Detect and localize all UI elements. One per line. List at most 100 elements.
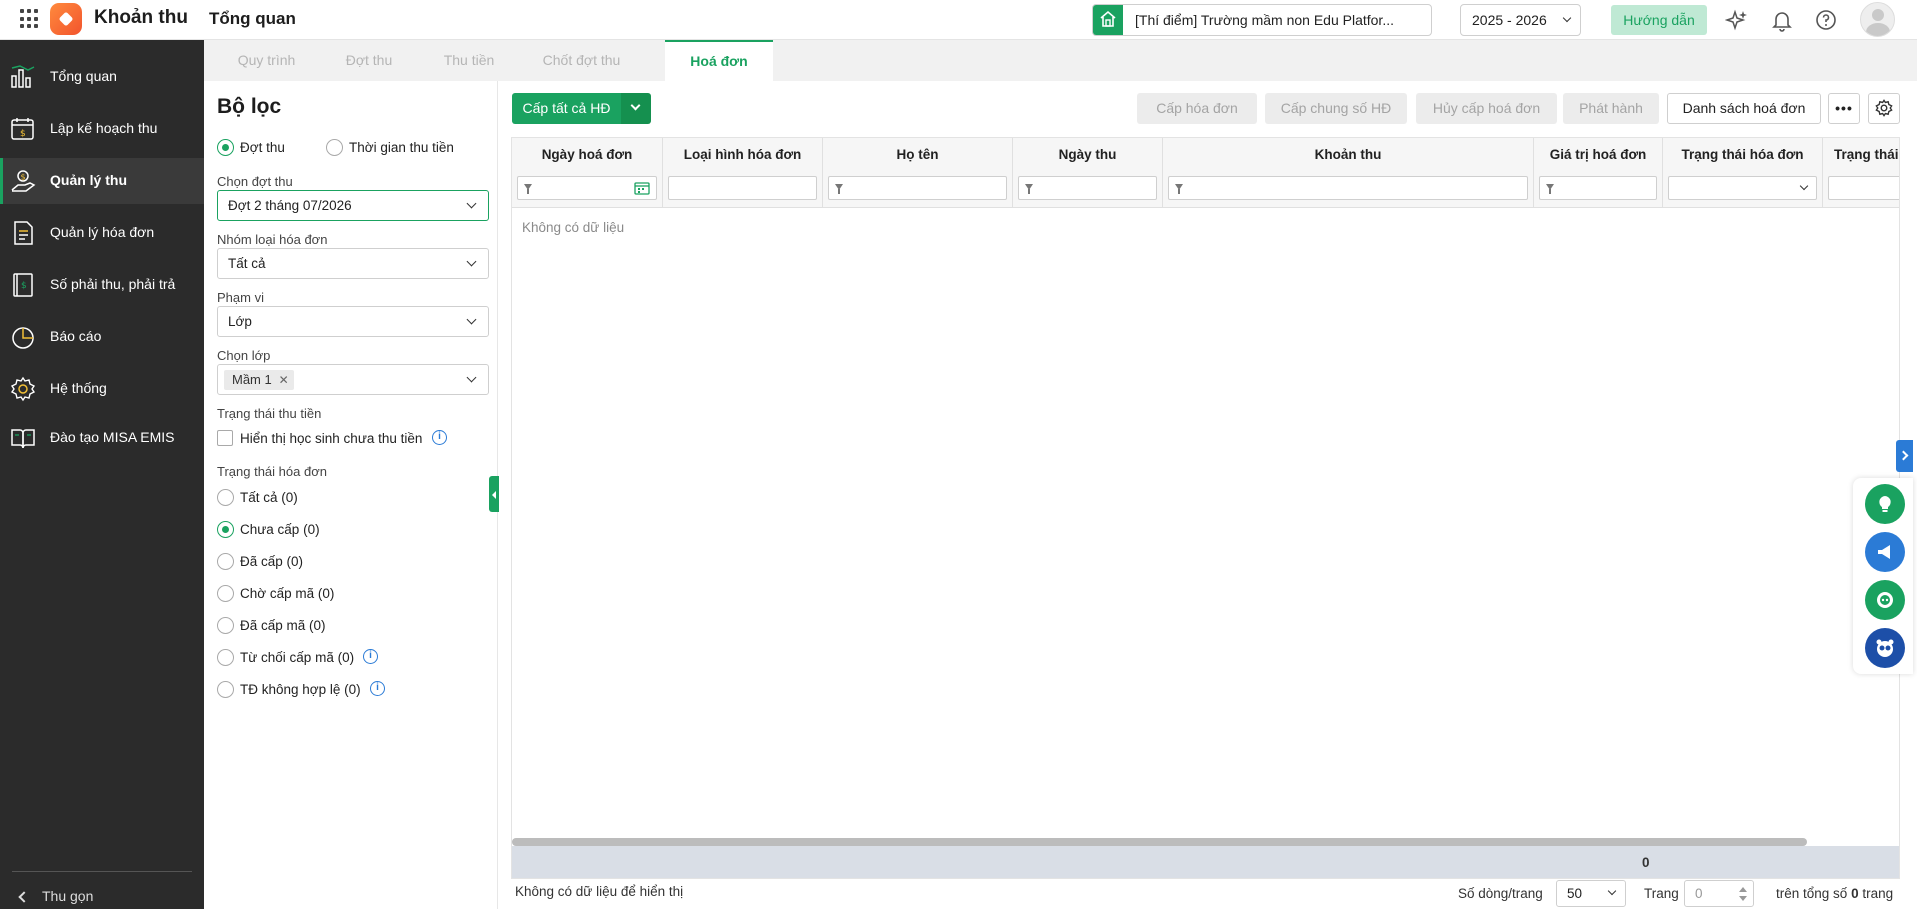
chevron-down-icon: [466, 256, 477, 267]
radio-button[interactable]: [217, 521, 234, 538]
cancel-issue-button[interactable]: Hủy cấp hoá đơn: [1416, 93, 1557, 124]
collection-date-filter-input[interactable]: [1018, 176, 1157, 200]
assistant-button[interactable]: [1865, 628, 1905, 668]
school-home-icon: [1093, 5, 1123, 35]
issue-all-invoices-button[interactable]: Cấp tất cả HĐ: [512, 93, 621, 124]
invoice-type-filter-input[interactable]: [668, 176, 817, 200]
right-panel-toggle[interactable]: [1896, 440, 1913, 472]
invoice-status-filter-select[interactable]: [1668, 176, 1817, 200]
more-icon: •••: [1835, 100, 1853, 116]
sidebar-item-system[interactable]: Hệ thống: [0, 366, 204, 412]
sidebar-item-training[interactable]: Đào tạo MISA EMIS: [0, 415, 204, 461]
col-fee-item: Khoản thu: [1163, 138, 1534, 208]
column-header[interactable]: Ngày thu: [1013, 147, 1162, 162]
sidebar-item-overview[interactable]: Tổng quan: [0, 54, 204, 100]
invoice-icon: [10, 220, 36, 246]
chat-bot-button[interactable]: [1865, 580, 1905, 620]
column-header[interactable]: Trạng thái hóa đơn: [1663, 147, 1822, 162]
apps-grid-icon[interactable]: [20, 9, 40, 29]
tab-close-period[interactable]: Chốt đợt thu: [519, 40, 644, 81]
tab-collect-money[interactable]: Thu tiền: [419, 40, 519, 81]
sidebar-item-label: Tổng quan: [50, 68, 117, 84]
chevron-down-icon: [630, 100, 641, 111]
sidebar-item-reports[interactable]: Báo cáo: [0, 314, 204, 360]
issue-shared-number-button[interactable]: Cấp chung số HĐ: [1265, 93, 1407, 124]
scope-select[interactable]: Lớp: [217, 306, 489, 337]
rows-per-page-select[interactable]: 50: [1556, 880, 1626, 907]
info-icon[interactable]: i: [370, 681, 385, 696]
avatar[interactable]: [1860, 2, 1895, 37]
radio-button[interactable]: [217, 585, 234, 602]
horizontal-scrollbar[interactable]: [512, 838, 1807, 846]
col-status: Trạng thái: [1823, 138, 1899, 208]
sidebar-item-ledger[interactable]: $ Số phải thu, phải trả: [0, 262, 204, 308]
app-logo: [50, 3, 82, 35]
col-invoice-date: Ngày hoá đơn: [512, 138, 663, 208]
info-icon[interactable]: i: [432, 430, 447, 445]
remove-chip-icon[interactable]: ✕: [279, 370, 289, 390]
app-name: Khoản thu: [94, 7, 188, 28]
invoice-group-select[interactable]: Tất cả: [217, 248, 489, 279]
radio-button[interactable]: [217, 553, 234, 570]
radio-label: TĐ không hợp lệ (0): [240, 682, 361, 697]
sparkle-ai-icon[interactable]: [1724, 8, 1749, 32]
publish-button[interactable]: Phát hành: [1563, 93, 1659, 124]
sidebar-item-invoices[interactable]: Quản lý hóa đơn: [0, 210, 204, 256]
radio-button[interactable]: [217, 489, 234, 506]
sidebar-item-manage-revenue[interactable]: $ Quản lý thu: [0, 158, 204, 204]
radio-button[interactable]: [217, 139, 234, 156]
school-selector[interactable]: [Thí điểm] Trường mầm non Edu Platfor...: [1092, 4, 1432, 36]
show-unpaid-label: Hiển thị học sinh chưa thu tiền: [240, 431, 423, 446]
svg-text:$: $: [20, 129, 26, 139]
info-icon[interactable]: i: [363, 649, 378, 664]
filter-collapse-handle[interactable]: [489, 476, 499, 512]
invoice-value-filter-input[interactable]: [1539, 176, 1657, 200]
name-filter-input[interactable]: [828, 176, 1007, 200]
sidebar-item-plan[interactable]: $ Lập kế hoạch thu: [0, 106, 204, 152]
tab-collection-period[interactable]: Đợt thu: [319, 40, 419, 81]
sidebar-item-label: Lập kế hoạch thu: [50, 120, 158, 136]
announcement-button[interactable]: [1865, 532, 1905, 572]
total-pages-prefix: trên tổng số: [1776, 886, 1848, 901]
help-icon[interactable]: [1814, 8, 1838, 32]
calendar-icon[interactable]: [634, 181, 650, 195]
issue-invoice-button[interactable]: Cấp hóa đơn: [1137, 93, 1257, 124]
sidebar-item-label: Số phải thu, phải trả: [50, 276, 176, 292]
date-filter-input[interactable]: [517, 176, 657, 200]
class-multiselect[interactable]: Mầm 1 ✕: [217, 364, 489, 395]
radio-label: Thời gian thu tiền: [349, 140, 454, 155]
guide-button[interactable]: Hướng dẫn: [1611, 5, 1707, 35]
column-header[interactable]: Trạng thái: [1823, 147, 1899, 162]
page-number-input[interactable]: 0: [1684, 880, 1754, 907]
spin-up-icon[interactable]: [1739, 887, 1747, 892]
column-header[interactable]: Loại hình hóa đơn: [663, 147, 822, 162]
fee-item-filter-input[interactable]: [1168, 176, 1528, 200]
filter-icon: [1025, 184, 1033, 194]
spin-down-icon[interactable]: [1739, 896, 1747, 901]
page-number-value: 0: [1695, 886, 1703, 901]
period-select[interactable]: Đợt 2 tháng 07/2026: [217, 190, 489, 221]
invoice-list-button[interactable]: Danh sách hoá đơn: [1667, 93, 1821, 124]
issue-all-dropdown-button[interactable]: [621, 93, 651, 124]
school-year-select[interactable]: 2025 - 2026: [1460, 4, 1581, 36]
show-unpaid-checkbox[interactable]: [217, 430, 233, 446]
radio-button[interactable]: [217, 681, 234, 698]
column-header[interactable]: Giá trị hoá đơn: [1534, 147, 1662, 162]
invoice-table: Ngày hoá đơn Loại hình hóa đơn Họ tên Ng…: [511, 137, 1900, 879]
tab-process[interactable]: Quy trình: [214, 40, 319, 81]
idea-button[interactable]: [1865, 484, 1905, 524]
more-options-button[interactable]: •••: [1828, 93, 1860, 124]
column-header[interactable]: Họ tên: [823, 147, 1012, 162]
settings-button[interactable]: [1868, 93, 1900, 124]
tab-invoice[interactable]: Hoá đơn: [665, 40, 773, 81]
filter-title: Bộ lọc: [217, 95, 282, 118]
radio-button[interactable]: [217, 649, 234, 666]
bell-icon[interactable]: [1770, 8, 1794, 32]
status-filter-input[interactable]: [1828, 176, 1899, 200]
column-header[interactable]: Khoản thu: [1163, 147, 1533, 162]
radio-button[interactable]: [326, 139, 343, 156]
radio-button[interactable]: [217, 617, 234, 634]
chat-bot-icon: [1877, 592, 1893, 608]
column-header[interactable]: Ngày hoá đơn: [512, 147, 662, 162]
chevron-down-icon: [1799, 181, 1809, 191]
